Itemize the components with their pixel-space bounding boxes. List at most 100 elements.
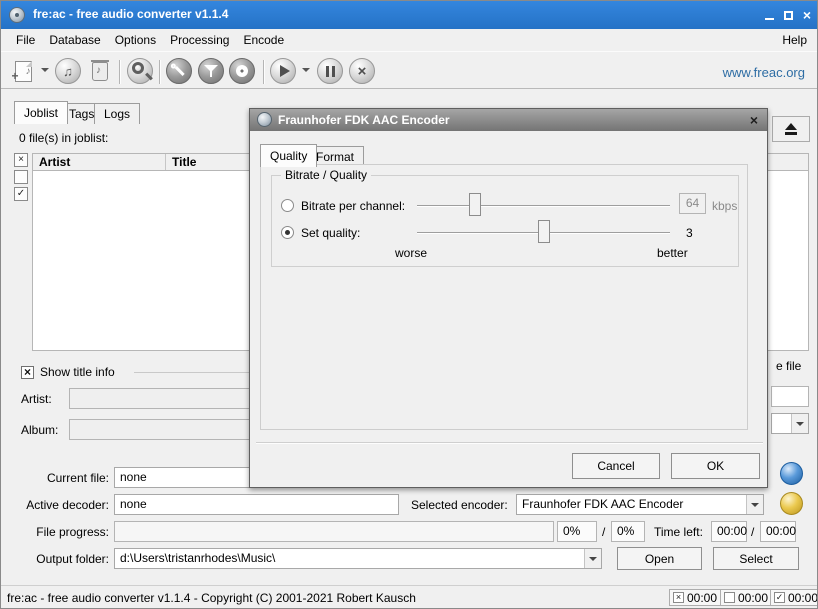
filter-settings-button[interactable] [197, 57, 225, 85]
cross-checkbox-icon: × [673, 592, 684, 603]
time-separator: / [751, 525, 754, 539]
menu-help[interactable]: Help [780, 30, 809, 50]
show-title-info-checkbox[interactable]: × Show title info [21, 365, 115, 379]
menu-options[interactable]: Options [108, 30, 163, 50]
title-field-partial[interactable] [771, 386, 809, 407]
toolbar-separator [263, 60, 265, 84]
album-field-label: Album: [21, 423, 58, 437]
single-file-label-partial: e file [776, 359, 801, 373]
website-link[interactable]: www.freac.org [723, 65, 805, 80]
info-button[interactable] [780, 462, 803, 485]
add-files-dropdown-icon[interactable] [41, 68, 49, 72]
dialog-title: Fraunhofer FDK AAC Encoder [278, 113, 450, 127]
app-icon [9, 7, 25, 23]
maximize-icon[interactable] [784, 11, 793, 20]
menu-processing[interactable]: Processing [163, 30, 236, 50]
bitrate-slider[interactable] [417, 205, 670, 207]
pause-icon [317, 58, 343, 84]
freac-window: fre:ac - free audio converter v1.1.4 × F… [0, 0, 818, 609]
current-file-label: Current file: [19, 471, 109, 485]
check-checkbox-icon: ✓ [774, 592, 785, 603]
select-all-button[interactable]: ✓ [14, 187, 28, 201]
unselected-time-indicator: 00:00 [720, 589, 772, 606]
status-bar: fre:ac - free audio converter v1.1.4 - C… [1, 585, 817, 609]
bitrate-radio[interactable] [281, 199, 294, 212]
time-left-label: Time left: [654, 525, 703, 539]
menu-database[interactable]: Database [42, 30, 107, 50]
cd-search-icon [127, 58, 153, 84]
artist-field-label: Artist: [21, 392, 52, 406]
start-encoding-button[interactable] [269, 57, 297, 85]
joblist-count: 0 file(s) in joblist: [19, 131, 108, 145]
encoder-options-button[interactable] [228, 57, 256, 85]
progress-separator: / [602, 525, 605, 539]
stop-icon: × [349, 58, 375, 84]
quality-label: Set quality: [301, 226, 360, 240]
select-empty-button[interactable] [14, 170, 28, 184]
pause-encoding-button[interactable] [316, 57, 344, 85]
quality-slider-thumb[interactable] [538, 220, 550, 243]
toolbar-separator [159, 60, 161, 84]
output-folder-label: Output folder: [19, 552, 109, 566]
quality-radio[interactable] [281, 226, 294, 239]
stop-encoding-button[interactable]: × [348, 57, 376, 85]
toolbar: + ♪ ♫ ♪ [1, 51, 817, 89]
total-time-indicator: ✓ 00:00 [770, 589, 818, 606]
eject-button[interactable] [772, 116, 810, 142]
close-icon[interactable]: × [803, 8, 811, 22]
configure-encoder-button[interactable] [780, 492, 803, 515]
dialog-tab-quality[interactable]: Quality [260, 144, 317, 167]
column-artist[interactable]: Artist [33, 154, 166, 170]
time-left-value-1: 00:00 [711, 521, 747, 542]
chevron-down-icon[interactable] [791, 414, 808, 433]
select-button[interactable]: Select [713, 547, 799, 570]
joblist-button[interactable]: ♫ [54, 57, 82, 85]
chevron-down-icon[interactable] [746, 495, 763, 514]
start-encoding-dropdown-icon[interactable] [302, 68, 310, 72]
ok-button[interactable]: OK [671, 453, 760, 479]
wrench-icon [166, 58, 192, 84]
scale-better-label: better [657, 246, 688, 260]
time-left-value-2: 00:00 [760, 521, 796, 542]
general-settings-button[interactable] [165, 57, 193, 85]
bitrate-quality-group-title: Bitrate / Quality [281, 168, 371, 182]
active-decoder-label: Active decoder: [19, 498, 109, 512]
minimize-icon[interactable] [765, 18, 774, 20]
file-progress-bar [114, 521, 554, 542]
bitrate-value: 64 [679, 193, 706, 214]
toolbar-separator [119, 60, 121, 84]
selected-encoder-combo[interactable]: Fraunhofer FDK AAC Encoder [516, 494, 764, 515]
add-file-icon: + ♪ [15, 61, 32, 82]
dialog-close-icon[interactable]: × [750, 112, 758, 128]
cancel-button[interactable]: Cancel [572, 453, 660, 479]
bitrate-slider-thumb[interactable] [469, 193, 481, 216]
dialog-titlebar[interactable]: Fraunhofer FDK AAC Encoder × [250, 109, 767, 131]
select-none-button[interactable]: × [14, 153, 28, 167]
add-files-button[interactable]: + ♪ [9, 57, 37, 85]
statusbar-text: fre:ac - free audio converter v1.1.4 - C… [7, 591, 416, 605]
file-progress-value: 0% [611, 521, 645, 542]
menu-file[interactable]: File [9, 30, 42, 50]
window-title: fre:ac - free audio converter v1.1.4 [33, 7, 228, 21]
menu-encode[interactable]: Encode [236, 30, 291, 50]
eject-icon [785, 123, 797, 130]
scale-worse-label: worse [395, 246, 427, 260]
menu-bar: File Database Options Processing Encode … [1, 29, 817, 51]
tab-logs[interactable]: Logs [94, 103, 140, 124]
clear-joblist-button[interactable]: ♪ [86, 57, 114, 85]
bitrate-label: Bitrate per channel: [301, 199, 405, 213]
chevron-down-icon[interactable] [584, 549, 601, 568]
active-decoder-value: none [114, 494, 399, 515]
output-folder-combo[interactable]: d:\Users\tristanrhodes\Music\ [114, 548, 602, 569]
show-title-info-label: Show title info [40, 365, 115, 379]
checkbox-checked-icon: × [21, 366, 34, 379]
dialog-separator [256, 442, 763, 444]
genre-combo-partial[interactable] [771, 413, 809, 434]
funnel-icon [198, 58, 224, 84]
selected-encoder-label: Selected encoder: [411, 498, 508, 512]
tab-joblist[interactable]: Joblist [14, 101, 68, 124]
cddb-query-button[interactable] [126, 57, 154, 85]
open-button[interactable]: Open [617, 547, 702, 570]
quality-value: 3 [686, 226, 693, 240]
file-progress-label: File progress: [19, 525, 109, 539]
